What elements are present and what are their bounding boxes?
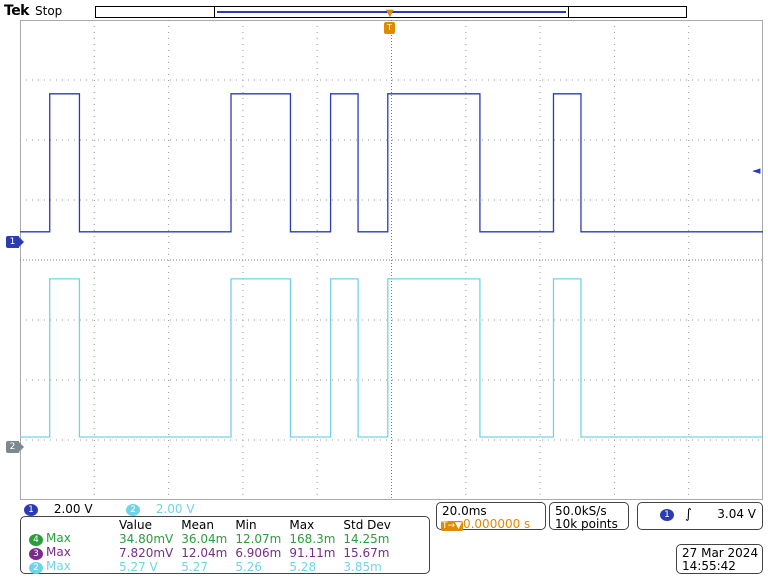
channel-scale-bar: 1 2.00 V 2 2.00 V xyxy=(20,502,430,516)
acquisition-panel[interactable]: 50.0kS/s 10k points xyxy=(549,502,629,531)
ch2-ground-marker[interactable]: 2 xyxy=(6,441,24,453)
trigger-level: 3.04 V xyxy=(717,507,756,521)
brand-logo: Tek xyxy=(4,3,30,19)
measurement-row[interactable]: 4 Max 34.80mV 36.04m 12.07m 168.3m 14.25m xyxy=(25,532,395,546)
measurement-row[interactable]: 3 Max 7.820mV 12.04m 6.906m 91.11m 15.67m xyxy=(25,546,395,560)
col-header-min: Min xyxy=(235,518,257,532)
measurement-row[interactable]: 2 Max 5.27 V 5.27 5.26 5.28 3.85m xyxy=(25,560,395,574)
measurement-label: 3 Max xyxy=(25,546,115,560)
measurement-label: 2 Max xyxy=(25,560,115,574)
measurement-channel-tag: 3 xyxy=(29,548,43,560)
measurement-min: 6.906m xyxy=(235,545,282,560)
ch2-scale-readout[interactable]: 2 2.00 V xyxy=(126,502,195,516)
top-status-bar: Tek Stop xyxy=(0,0,768,22)
measurement-value: 5.27 V xyxy=(119,559,158,574)
timebase-position: T→▼0.000000 s xyxy=(441,517,530,531)
measurement-table-panel: Value Mean Min Max Std Dev 4 Max 34.80mV 36… xyxy=(20,516,430,574)
rising-edge-icon: ∫ xyxy=(685,507,692,522)
date-readout: 27 Mar 2024 xyxy=(682,546,759,560)
measurement-mean: 5.27 xyxy=(181,559,208,574)
graticule-display xyxy=(20,20,763,500)
trigger-level-arrow-icon[interactable]: ◄ xyxy=(752,164,760,177)
col-header-max: Max xyxy=(289,518,315,532)
measurement-mean: 12.04m xyxy=(181,545,228,560)
measurement-std-dev: 3.85m xyxy=(343,559,382,574)
measurement-channel-tag: 2 xyxy=(29,562,43,574)
trigger-position-icon: T→▼ xyxy=(441,521,463,531)
measurement-max: 91.11m xyxy=(289,545,336,560)
timebase-position-value: 0.000000 s xyxy=(462,517,531,531)
measurement-channel-tag: 4 xyxy=(29,534,43,546)
measurement-min: 12.07m xyxy=(235,531,282,546)
trigger-position-marker[interactable]: T xyxy=(384,22,395,34)
acquisition-state: Stop xyxy=(35,4,63,18)
trigger-panel[interactable]: 1 ∫ 3.04 V xyxy=(637,502,763,530)
measurement-std-dev: 15.67m xyxy=(343,545,390,560)
sample-rate: 50.0kS/s xyxy=(555,504,607,518)
ch1-ground-marker[interactable]: 1 xyxy=(6,236,24,248)
trigger-position-arrow-icon: ▼ xyxy=(386,8,394,19)
timebase-panel[interactable]: 20.0ms T→▼0.000000 s xyxy=(436,502,546,531)
date-time-panel: 27 Mar 2024 14:55:42 xyxy=(676,544,763,574)
measurement-value: 34.80mV xyxy=(119,531,174,546)
col-header-std-dev: Std Dev xyxy=(343,518,391,532)
ch1-scale-value: 2.00 V xyxy=(53,502,93,516)
time-readout: 14:55:42 xyxy=(682,559,736,573)
timebase-scale: 20.0ms xyxy=(442,504,487,518)
ch1-tag: 1 xyxy=(24,503,38,516)
measurement-std-dev: 14.25m xyxy=(343,531,390,546)
measurement-max: 5.28 xyxy=(289,559,317,574)
ch1-scale-readout[interactable]: 1 2.00 V xyxy=(24,502,93,516)
measurement-value: 7.820mV xyxy=(119,545,174,560)
measurement-type: Max xyxy=(46,559,71,573)
measurement-label: 4 Max xyxy=(25,532,115,546)
col-header-mean: Mean xyxy=(181,518,214,532)
ch1-waveform xyxy=(20,93,763,233)
measurement-table: Value Mean Min Max Std Dev 4 Max 34.80mV 36… xyxy=(25,519,395,574)
measurement-mean: 36.04m xyxy=(181,531,228,546)
record-length: 10k points xyxy=(555,517,618,531)
col-header-value: Value xyxy=(119,518,152,532)
measurement-type: Max xyxy=(46,545,71,559)
ch2-tag: 2 xyxy=(126,503,140,516)
measurement-min: 5.26 xyxy=(235,559,263,574)
measurement-max: 168.3m xyxy=(289,531,336,546)
ch2-scale-value: 2.00 V xyxy=(155,502,195,516)
trigger-source-tag: 1 xyxy=(660,509,674,521)
measurement-type: Max xyxy=(46,531,71,545)
